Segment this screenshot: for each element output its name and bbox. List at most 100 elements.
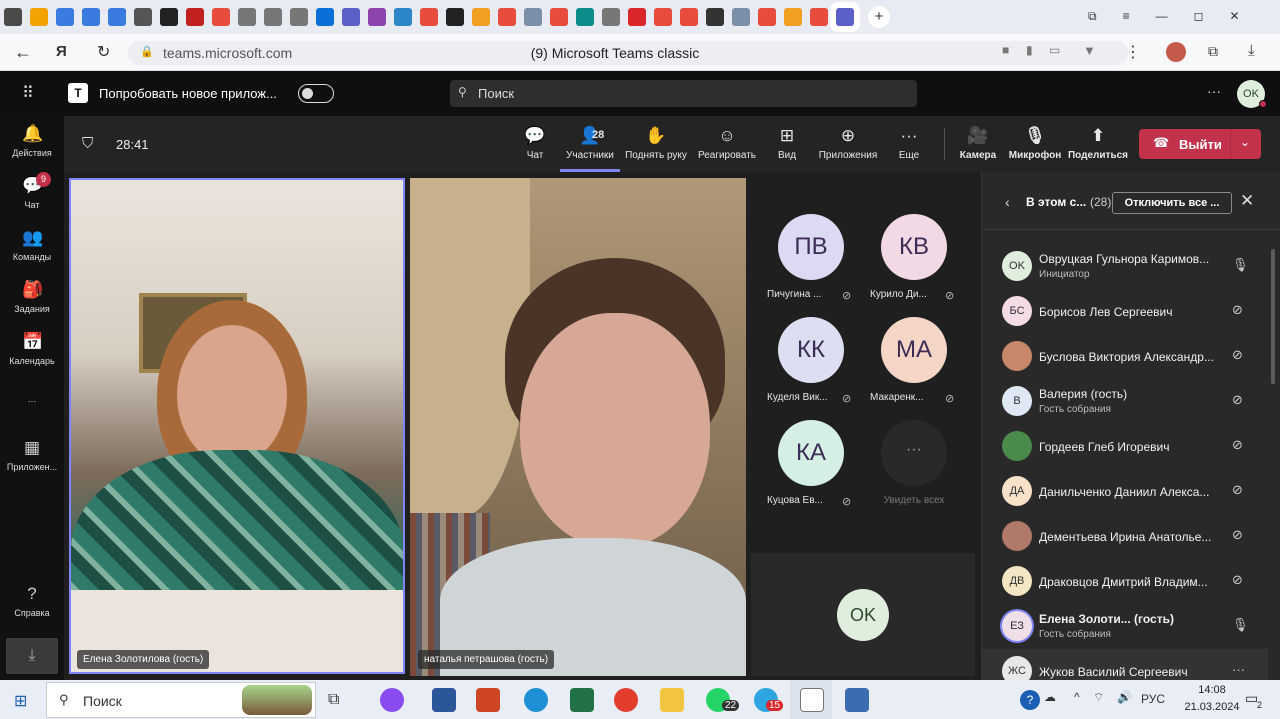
back-icon[interactable]: ‹ (1005, 194, 1010, 210)
help-icon[interactable]: ? (1020, 690, 1040, 710)
browser-tab-icon[interactable] (654, 8, 672, 26)
toolbar-chat-button[interactable]: 💬 Чат (510, 116, 560, 172)
close-icon[interactable]: ✕ (1240, 191, 1254, 211)
chevron-up-icon[interactable]: ^ (1074, 690, 1080, 704)
leave-button[interactable]: ☎ Выйти ⌄ (1139, 129, 1261, 159)
settings-more-icon[interactable]: ··· (1207, 83, 1221, 99)
rail-item-chat[interactable]: 💬 Чат 9 (0, 172, 64, 210)
cloud-icon[interactable]: ☁ (1044, 690, 1056, 704)
video-tile-2[interactable]: наталья петрашова (гость) (410, 178, 746, 676)
participant-row[interactable]: Дементьева Ирина Анатолье... ⊘ (982, 514, 1268, 559)
browser-tab-icon[interactable] (342, 8, 360, 26)
language-indicator[interactable]: РУС (1141, 692, 1165, 706)
browser-tab-icon[interactable] (758, 8, 776, 26)
search-input[interactable]: ⚲ Поиск (450, 80, 917, 107)
download-icon[interactable]: ⤓ (1248, 42, 1255, 59)
participant-row[interactable]: В Валерия (гость) Гость собрания ⊘ (982, 379, 1268, 424)
browser-tab-icon[interactable] (134, 8, 152, 26)
file-explorer-icon[interactable] (660, 688, 684, 712)
browser-tab-icon[interactable] (706, 8, 724, 26)
browser-tab-icon[interactable] (550, 8, 568, 26)
camera-permission-icon[interactable]: ■ (1002, 43, 1009, 57)
browser-tab-icon[interactable] (420, 8, 438, 26)
url-text[interactable]: teams.microsoft.com (163, 45, 292, 61)
browser-tab-icon[interactable] (4, 8, 22, 26)
menu-icon[interactable]: ⋮ (1125, 42, 1141, 62)
toolbar-people-button[interactable]: 👤 Участники 28 (560, 116, 620, 172)
remote-desktop-icon[interactable] (845, 688, 869, 712)
participant-avatar[interactable]: МА (881, 317, 947, 383)
browser-tab-icon[interactable] (810, 8, 828, 26)
panel-scrollbar[interactable] (1271, 249, 1275, 384)
media-share-button[interactable]: ⬆ Поделиться (1066, 116, 1130, 172)
volume-icon[interactable]: 🔊 (1117, 690, 1132, 704)
participant-row[interactable]: ДВ Драковцов Дмитрий Владим... ⊘ (982, 559, 1268, 604)
browser-tab-icon[interactable] (680, 8, 698, 26)
media-camera-off-button[interactable]: 🎥 Камера (956, 116, 1000, 172)
toolbar-add-app-button[interactable]: ⊕ Приложения (810, 116, 886, 172)
new-tab-icon[interactable]: + (868, 6, 890, 28)
browser-tab-icon[interactable] (368, 8, 386, 26)
browser-tab-icon[interactable] (264, 8, 282, 26)
toolbar-view-button[interactable]: ⊞ Вид (762, 116, 812, 172)
rail-item-apps[interactable]: ▦ Приложен... (0, 438, 64, 472)
rail-item-help[interactable]: ? Справка (0, 584, 64, 618)
browser-tab-icon[interactable] (836, 8, 854, 26)
browser-tab-icon[interactable] (498, 8, 516, 26)
browser-tab-icon[interactable] (576, 8, 594, 26)
media-mic-button[interactable]: 🎙 Микрофон (1006, 116, 1064, 172)
chevron-down-icon[interactable]: ⌄ (1240, 135, 1250, 149)
assistant-icon[interactable] (380, 688, 404, 712)
toolbar-hand-button[interactable]: ✋ Поднять руку (620, 116, 692, 172)
powerpoint-icon[interactable] (476, 688, 500, 712)
more-icon[interactable]: ··· (1232, 662, 1245, 677)
window-controls-icon[interactable]: ⧉≡—◻✕ (1088, 9, 1266, 24)
word-icon[interactable] (432, 688, 456, 712)
yandex-browser-icon[interactable] (614, 688, 638, 712)
browser-tab-icon[interactable] (212, 8, 230, 26)
download-panel-icon[interactable]: ⤓ (6, 638, 58, 674)
edge-icon[interactable] (524, 688, 548, 712)
extension-icon[interactable] (1166, 42, 1186, 62)
browser-tab-icon[interactable] (394, 8, 412, 26)
video-tile-1[interactable]: Елена Золотилова (гость) (69, 178, 405, 674)
rail-item-teams[interactable]: 👥 Команды (0, 228, 64, 262)
browser-tab-icon[interactable] (316, 8, 334, 26)
self-view-tile[interactable]: OK (751, 553, 975, 676)
task-view-icon[interactable]: ⧉ (328, 691, 339, 709)
participant-row[interactable]: ДА Данильченко Даниил Алекса... ⊘ (982, 469, 1268, 514)
collections-icon[interactable]: ⧉ (1208, 43, 1218, 60)
browser-tab-icon[interactable] (446, 8, 464, 26)
participant-row[interactable]: Гордеев Глеб Игоревич ⊘ (982, 424, 1268, 469)
app-launcher-icon[interactable]: ⠿ (22, 83, 35, 103)
share-permission-icon[interactable]: ▭ (1049, 43, 1060, 57)
browser-tab-icon[interactable] (108, 8, 126, 26)
mute-all-button[interactable]: Отключить все ... (1112, 192, 1232, 214)
participant-avatar[interactable]: КК (778, 317, 844, 383)
toolbar-emoji-button[interactable]: ☺ Реагировать (692, 116, 762, 172)
participant-avatar[interactable]: КА (778, 420, 844, 486)
browser-tab-icon[interactable] (628, 8, 646, 26)
browser-tab-icon[interactable] (602, 8, 620, 26)
yandex-icon[interactable]: Я (56, 43, 67, 60)
clock-date[interactable]: 21.03.2024 (1176, 701, 1248, 713)
rail-item-bell[interactable]: 🔔 Действия (0, 124, 64, 158)
wifi-icon[interactable]: ⌔ (1093, 690, 1104, 705)
rail-item-calendar[interactable]: 📅 Календарь (0, 332, 64, 366)
mic-permission-icon[interactable]: ▮ (1026, 43, 1033, 57)
toolbar-more-button[interactable]: ··· Еще (886, 116, 932, 172)
taskbar-search[interactable]: ⚲ Поиск (46, 682, 316, 718)
windows-start-icon[interactable]: ⊞ (14, 691, 27, 711)
clock-time[interactable]: 14:08 (1182, 684, 1242, 696)
see-all-button[interactable]: ··· (881, 420, 947, 486)
browser-tab-icon[interactable] (732, 8, 750, 26)
see-all-label[interactable]: Увидеть всех (864, 495, 964, 506)
browser-tab-icon[interactable] (238, 8, 256, 26)
participant-row[interactable]: OK Овруцкая Гульнора Каримов... Инициатор 🎙 (982, 244, 1268, 289)
rail-item-assignments[interactable]: 🎒 Задания (0, 280, 64, 314)
bookmark-icon[interactable]: ▼ (1083, 43, 1096, 58)
excel-icon[interactable] (570, 688, 594, 712)
browser-tab-icon[interactable] (784, 8, 802, 26)
browser-tab-icon[interactable] (290, 8, 308, 26)
browser-tab-icon[interactable] (56, 8, 74, 26)
